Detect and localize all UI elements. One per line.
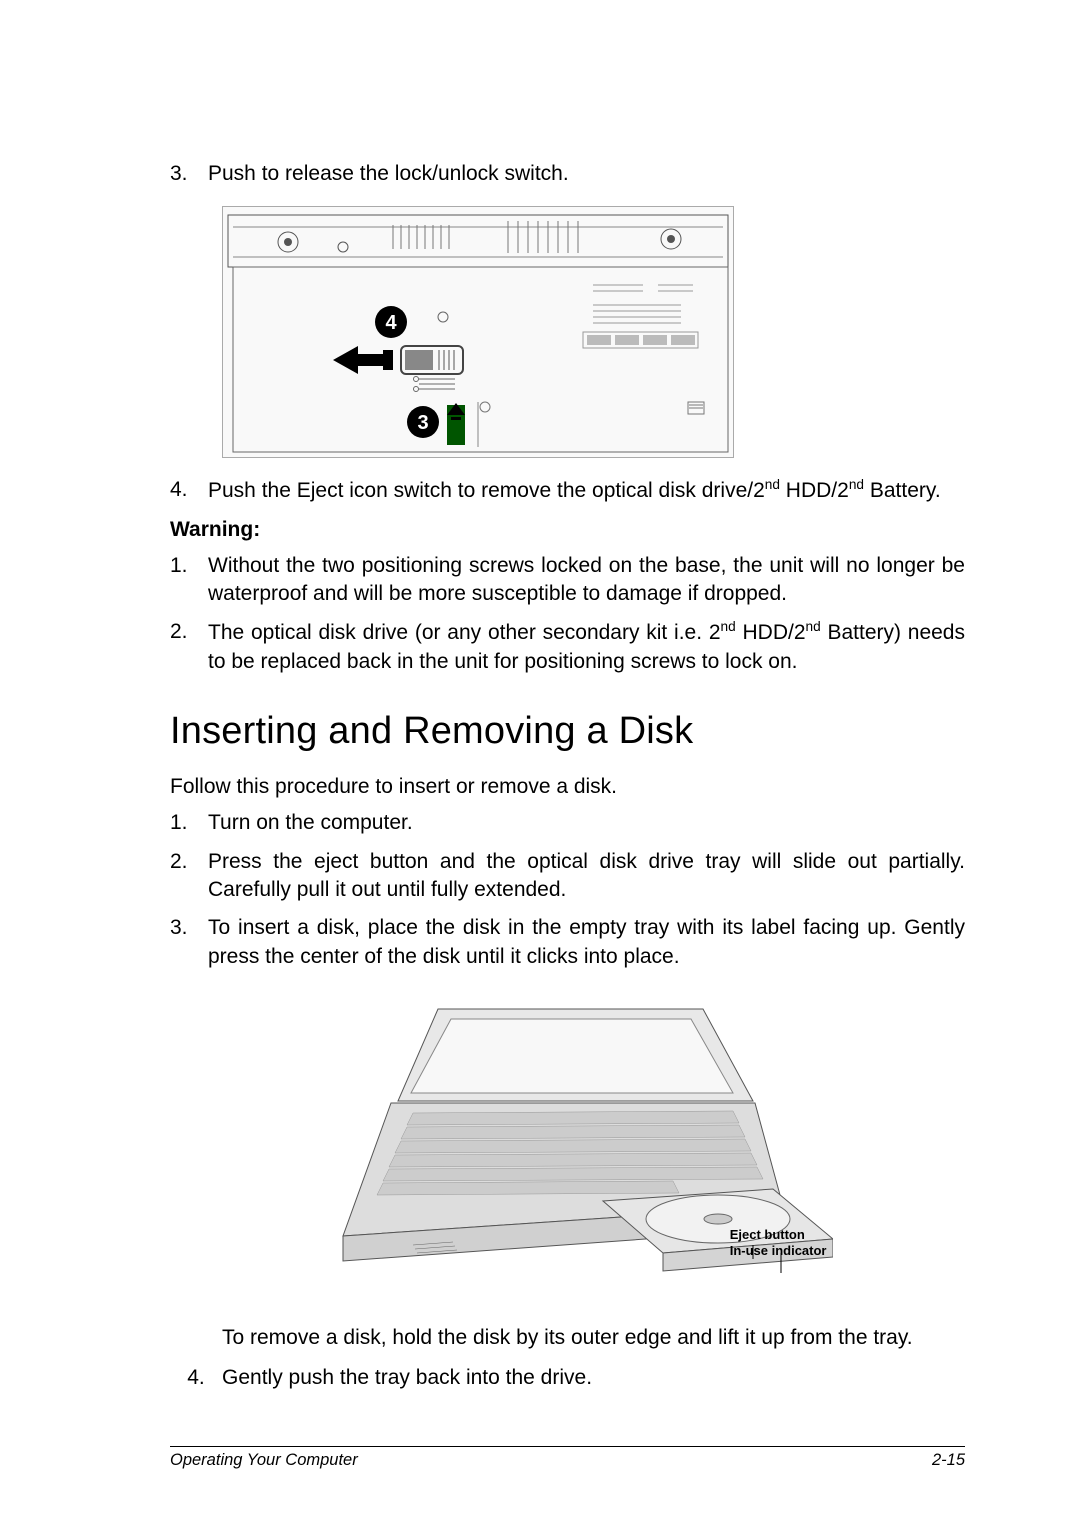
list-number: 1. — [170, 809, 208, 837]
insert-step-4-text: Gently push the tray back into the drive… — [222, 1364, 965, 1392]
insert-step-1-text: Turn on the computer. — [208, 809, 965, 837]
page: 3. Push to release the lock/unlock switc… — [0, 0, 1080, 1525]
list-number: 4. — [170, 476, 208, 505]
step-3: 3. Push to release the lock/unlock switc… — [170, 160, 965, 188]
figure-1-illustration: 4 3 — [222, 206, 734, 458]
list-number: 1. — [170, 552, 208, 609]
insert-step-2-text: Press the eject button and the optical d… — [208, 848, 965, 905]
text: HDD/2 — [736, 621, 806, 644]
superscript: nd — [765, 477, 780, 492]
step-3-text: Push to release the lock/unlock switch. — [208, 160, 965, 188]
list-number: 2. — [170, 618, 208, 676]
text: Battery. — [864, 479, 941, 502]
superscript: nd — [849, 477, 864, 492]
figure-2-illustration: Eject button In-use indicator — [303, 1001, 833, 1291]
inuse-indicator-label: In-use indicator — [730, 1243, 827, 1259]
insert-step-3: 3. To insert a disk, place the disk in t… — [170, 914, 965, 971]
footer-page-number: 2-15 — [932, 1451, 965, 1470]
intro-text: Follow this procedure to insert or remov… — [170, 773, 965, 801]
eject-button-label: Eject button — [730, 1227, 827, 1243]
list-number: 2. — [170, 848, 208, 905]
after-figure-text: To remove a disk, hold the disk by its o… — [222, 1324, 965, 1352]
list-number: 3. — [170, 914, 208, 971]
insert-step-2: 2. Press the eject button and the optica… — [170, 848, 965, 905]
warning-2-text: The optical disk drive (or any other sec… — [208, 618, 965, 676]
svg-text:3: 3 — [417, 412, 428, 434]
warning-heading: Warning: — [170, 518, 965, 542]
step-4: 4. Push the Eject icon switch to remove … — [170, 476, 965, 505]
list-number: 4. — [170, 1364, 222, 1392]
footer-left: Operating Your Computer — [170, 1451, 358, 1470]
figure-2-labels: Eject button In-use indicator — [730, 1227, 827, 1260]
superscript: nd — [806, 619, 821, 634]
figure-1: 4 3 — [222, 206, 965, 458]
section-heading: Inserting and Removing a Disk — [170, 710, 965, 753]
superscript: nd — [721, 619, 736, 634]
text: Push the Eject icon switch to remove the… — [208, 479, 765, 502]
page-footer: Operating Your Computer 2-15 — [170, 1446, 965, 1470]
insert-step-3-text: To insert a disk, place the disk in the … — [208, 914, 965, 971]
insert-step-4: 4. Gently push the tray back into the dr… — [170, 1364, 965, 1392]
warning-1-text: Without the two positioning screws locke… — [208, 552, 965, 609]
text: The optical disk drive (or any other sec… — [208, 621, 721, 644]
step-4-text: Push the Eject icon switch to remove the… — [208, 476, 965, 505]
list-number: 3. — [170, 160, 208, 188]
warning-2: 2. The optical disk drive (or any other … — [170, 618, 965, 676]
text: HDD/2 — [780, 479, 849, 502]
svg-text:4: 4 — [385, 312, 397, 334]
figure-2: Eject button In-use indicator — [170, 1001, 965, 1296]
insert-step-1: 1. Turn on the computer. — [170, 809, 965, 837]
warning-1: 1. Without the two positioning screws lo… — [170, 552, 965, 609]
